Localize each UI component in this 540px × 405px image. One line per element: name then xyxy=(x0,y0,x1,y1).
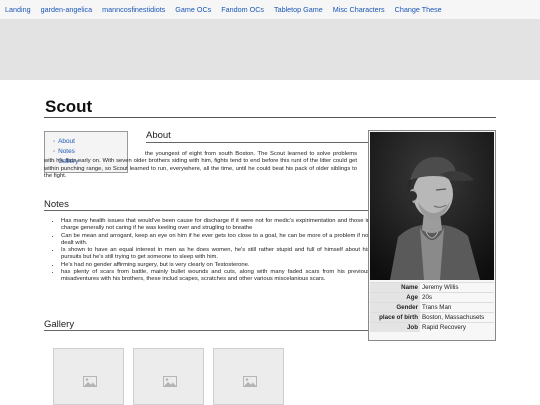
about-paragraph: the youngest of eight from south Boston.… xyxy=(44,151,357,179)
infobox-value: Rapid Recovery xyxy=(420,322,494,332)
about-text: the youngest of eight from south Boston.… xyxy=(44,151,357,180)
gallery-image-1[interactable] xyxy=(53,348,124,405)
gallery-image-2[interactable] xyxy=(133,348,204,405)
portrait-illustration xyxy=(370,132,494,280)
list-item: has plenty of scars from battle, mainly … xyxy=(61,269,370,284)
notes-list: Has many health issues that would've bee… xyxy=(48,218,370,284)
infobox-label: Job xyxy=(370,322,420,332)
nav-link-landing[interactable]: Landing xyxy=(5,5,31,14)
page-title: Scout xyxy=(45,97,93,116)
nav-link-manncosfinestidiots[interactable]: manncosfinestidiots xyxy=(102,5,165,14)
list-item: He's had no gender affirming surgery, bu… xyxy=(61,262,370,269)
character-infobox: Name Jeremy Willis Age 20s Gender Trans … xyxy=(368,130,496,341)
gallery-heading: Gallery xyxy=(44,319,75,330)
gallery-divider xyxy=(44,330,369,331)
infobox-label: Age xyxy=(370,292,420,303)
table-row: Job Rapid Recovery xyxy=(370,322,494,332)
top-navigation: Landing garden-angelica manncosfinestidiot… xyxy=(0,0,540,20)
infobox-label: place of birth xyxy=(370,312,420,323)
character-portrait xyxy=(370,132,494,280)
nav-link-tabletop-game[interactable]: Tabletop Game xyxy=(274,5,323,14)
toc-item-about[interactable]: About xyxy=(53,137,127,147)
infobox-value: Trans Man xyxy=(420,302,494,313)
table-row: place of birth Boston, Massachusets xyxy=(370,312,494,323)
nav-link-garden-angelica[interactable]: garden-angelica xyxy=(41,5,93,14)
nav-link-game-ocs[interactable]: Game OCs xyxy=(175,5,211,14)
notes-divider xyxy=(44,210,369,211)
nav-link-change-these[interactable]: Change These xyxy=(395,5,442,14)
table-row: Gender Trans Man xyxy=(370,302,494,313)
list-item: Can be mean and arrogant, keep an eye on… xyxy=(61,233,370,248)
title-divider xyxy=(44,117,496,118)
infobox-value: Jeremy Willis xyxy=(420,282,494,293)
list-item: Has many health issues that would've bee… xyxy=(61,218,370,233)
about-divider xyxy=(146,142,369,143)
list-item: Is shown to have an equal interest in me… xyxy=(61,247,370,262)
image-placeholder-icon xyxy=(83,376,97,387)
about-heading: About xyxy=(146,130,171,141)
infobox-value: Boston, Massachusets xyxy=(420,312,494,323)
nav-link-fandom-ocs[interactable]: Fandom OCs xyxy=(221,5,264,14)
infobox-value: 20s xyxy=(420,292,494,303)
image-placeholder-icon xyxy=(163,376,177,387)
table-row: Name Jeremy Willis xyxy=(370,282,494,293)
infobox-table: Name Jeremy Willis Age 20s Gender Trans … xyxy=(370,282,494,332)
gallery-image-3[interactable] xyxy=(213,348,284,405)
header-banner xyxy=(0,19,540,80)
image-placeholder-icon xyxy=(243,376,257,387)
notes-heading: Notes xyxy=(44,199,69,210)
infobox-label: Gender xyxy=(370,302,420,313)
nav-link-misc-characters[interactable]: Misc Characters xyxy=(333,5,385,14)
infobox-label: Name xyxy=(370,282,420,293)
table-row: Age 20s xyxy=(370,292,494,303)
